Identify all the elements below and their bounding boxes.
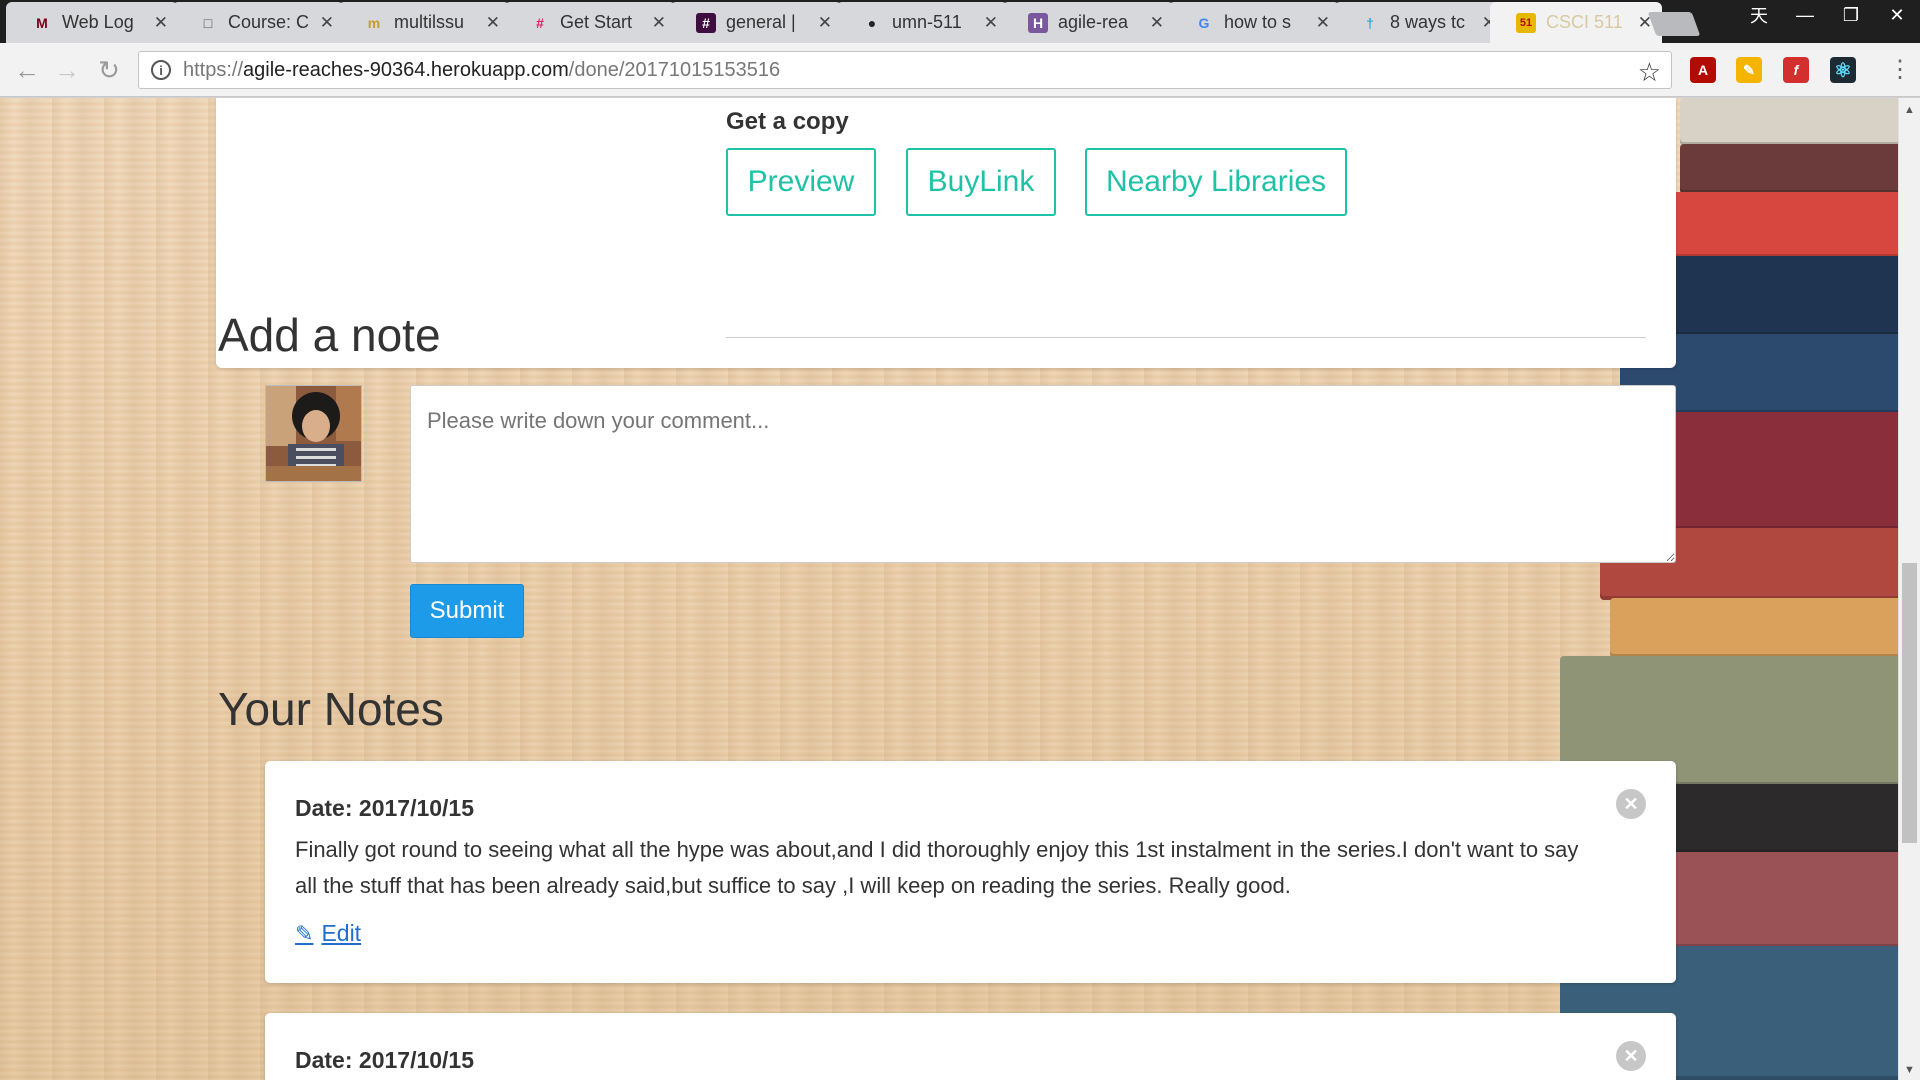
minimize-icon[interactable]: — — [1782, 0, 1828, 30]
browser-tab[interactable]: G how to s ✕ — [1168, 2, 1340, 43]
browser-tab[interactable]: # Get Start ✕ — [504, 2, 676, 43]
comment-textarea[interactable] — [410, 385, 1676, 563]
multilssu-favicon-icon: m — [367, 14, 381, 31]
url-text: https://agile-reaches-90364.herokuapp.co… — [183, 58, 781, 81]
pdf-icon[interactable]: A — [1690, 57, 1716, 83]
tab-title: multilssu — [394, 12, 465, 32]
ime-indicator-icon[interactable]: 天 — [1736, 0, 1782, 30]
note-text: Finally got round to seeing what all the… — [295, 837, 1579, 898]
avatar — [265, 385, 362, 482]
tab-title: Course: C — [228, 12, 310, 32]
tab-title: CSCI 511 — [1546, 12, 1623, 32]
delete-note-icon[interactable]: ✕ — [1616, 789, 1646, 819]
tab-title: 8 ways tc — [1390, 12, 1466, 32]
browser-tab[interactable]: M Web Log ✕ — [6, 2, 178, 43]
note-card: Date: 2017/10/15 ✕ — [265, 1013, 1676, 1080]
github-favicon-icon: ● — [867, 14, 877, 31]
tab-title: Web Log — [62, 12, 134, 32]
delete-note-icon[interactable]: ✕ — [1616, 1041, 1646, 1071]
address-bar[interactable]: i https://agile-reaches-90364.herokuapp.… — [138, 51, 1672, 89]
keep-icon[interactable]: ✎ — [1736, 57, 1762, 83]
browser-tab[interactable]: H agile-rea ✕ — [1002, 2, 1174, 43]
page-scrollbar[interactable]: ▲ ▼ — [1898, 98, 1920, 1080]
buylink-button[interactable]: BuyLink — [906, 148, 1056, 216]
tab-title: Get Start — [560, 12, 633, 32]
nearby-libraries-button[interactable]: Nearby Libraries — [1085, 148, 1347, 216]
restore-icon[interactable]: ❐ — [1828, 0, 1874, 30]
browser-tab[interactable]: # general | ✕ — [670, 2, 842, 43]
heroku-favicon-icon: H — [1028, 12, 1048, 33]
window-controls: 天 — ❐ ✕ — [1736, 0, 1920, 30]
preview-button[interactable]: Preview — [726, 148, 876, 216]
tab-close-icon[interactable]: ✕ — [1316, 13, 1330, 33]
note-date: Date: 2017/10/15 — [295, 1047, 475, 1073]
note-date: Date: 2017/10/15 — [295, 795, 475, 821]
forward-icon[interactable]: → — [52, 55, 82, 85]
edit-label: Edit — [321, 920, 362, 946]
site-info-icon[interactable]: i — [151, 60, 171, 80]
close-window-icon[interactable]: ✕ — [1874, 0, 1920, 30]
tab-close-icon[interactable]: ✕ — [984, 13, 998, 33]
bookmark-star-icon[interactable]: ☆ — [1638, 57, 1661, 88]
document-favicon-icon: □ — [203, 14, 213, 31]
your-notes-heading: Your Notes — [218, 683, 444, 735]
scroll-up-icon[interactable]: ▲ — [1904, 104, 1915, 116]
browser-tab[interactable]: † 8 ways tc ✕ — [1334, 2, 1506, 43]
divider — [726, 337, 1646, 338]
user-photo-icon — [266, 386, 361, 481]
add-note-heading: Add a note — [218, 309, 441, 361]
tab-close-icon[interactable]: ✕ — [652, 13, 666, 33]
edit-icon: ✎ — [295, 920, 314, 946]
edit-note-link[interactable]: ✎ Edit — [295, 920, 361, 947]
tab-title: umn-511 — [892, 12, 962, 32]
tab-close-icon[interactable]: ✕ — [486, 13, 500, 33]
browser-tab[interactable]: ● umn-511 ✕ — [836, 2, 1008, 43]
tab-title: agile-rea — [1058, 12, 1129, 32]
browser-tab-active[interactable]: 51 CSCI 511 ✕ — [1490, 2, 1662, 43]
browser-menu-icon[interactable]: ⋮ — [1888, 55, 1912, 84]
tab-close-icon[interactable]: ✕ — [320, 13, 334, 33]
get-copy-heading: Get a copy — [726, 108, 849, 135]
submit-button[interactable]: Submit — [410, 584, 524, 638]
react-icon[interactable]: ⚛ — [1830, 57, 1856, 83]
flash-icon[interactable]: f — [1783, 57, 1809, 83]
new-tab-button[interactable] — [1647, 12, 1701, 36]
browser-tab[interactable]: m multilssu ✕ — [338, 2, 510, 43]
back-icon[interactable]: ← — [12, 55, 42, 85]
slack-favicon-icon: # — [536, 14, 544, 31]
google-favicon-icon: G — [1198, 14, 1210, 31]
note-card: Date: 2017/10/15 Finally got round to se… — [265, 761, 1676, 983]
umn-favicon-icon: M — [36, 14, 48, 31]
tab-close-icon[interactable]: ✕ — [1150, 13, 1164, 33]
course-favicon-icon: 51 — [1516, 12, 1536, 33]
article-favicon-icon: † — [1366, 14, 1374, 31]
tab-title: general | — [726, 12, 796, 32]
tab-close-icon[interactable]: ✕ — [154, 13, 168, 33]
page-viewport: Get a copy Preview BuyLink Nearby Librar… — [0, 98, 1898, 1080]
scroll-down-icon[interactable]: ▼ — [1904, 1064, 1915, 1076]
tab-strip: M Web Log ✕ □ Course: C ✕ m multilssu ✕ … — [0, 0, 1920, 43]
scrollbar-thumb[interactable] — [1902, 563, 1917, 843]
tab-title: how to s — [1224, 12, 1292, 32]
tab-close-icon[interactable]: ✕ — [818, 13, 832, 33]
browser-tab[interactable]: □ Course: C ✕ — [172, 2, 344, 43]
reload-icon[interactable]: ↻ — [94, 55, 124, 85]
browser-toolbar: ← → ↻ i https://agile-reaches-90364.hero… — [0, 43, 1920, 97]
channel-favicon-icon: # — [696, 12, 716, 33]
